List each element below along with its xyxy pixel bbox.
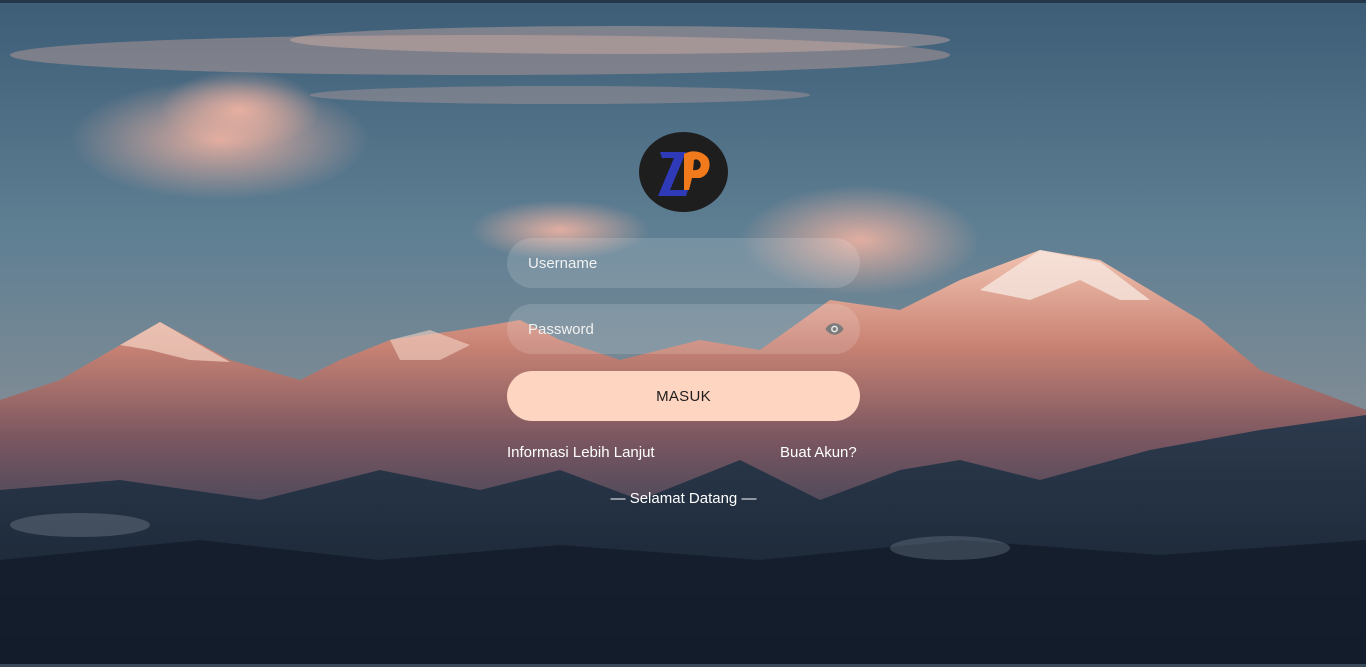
username-input[interactable]: [507, 238, 860, 288]
more-info-link[interactable]: Informasi Lebih Lanjut: [507, 444, 655, 461]
create-account-link[interactable]: Buat Akun?: [780, 444, 857, 461]
password-field-container: [507, 304, 860, 354]
password-input[interactable]: [507, 304, 860, 354]
username-field-container: [507, 238, 860, 288]
zp-logo: [639, 132, 728, 212]
login-screen: MASUK Informasi Lebih Lanjut Buat Akun? …: [0, 0, 1366, 667]
zp-logo-icon: [657, 151, 710, 196]
welcome-text: — Selamat Datang —: [610, 490, 757, 507]
eye-icon[interactable]: [825, 321, 844, 337]
login-button[interactable]: MASUK: [507, 371, 860, 421]
top-border: [0, 0, 1366, 3]
